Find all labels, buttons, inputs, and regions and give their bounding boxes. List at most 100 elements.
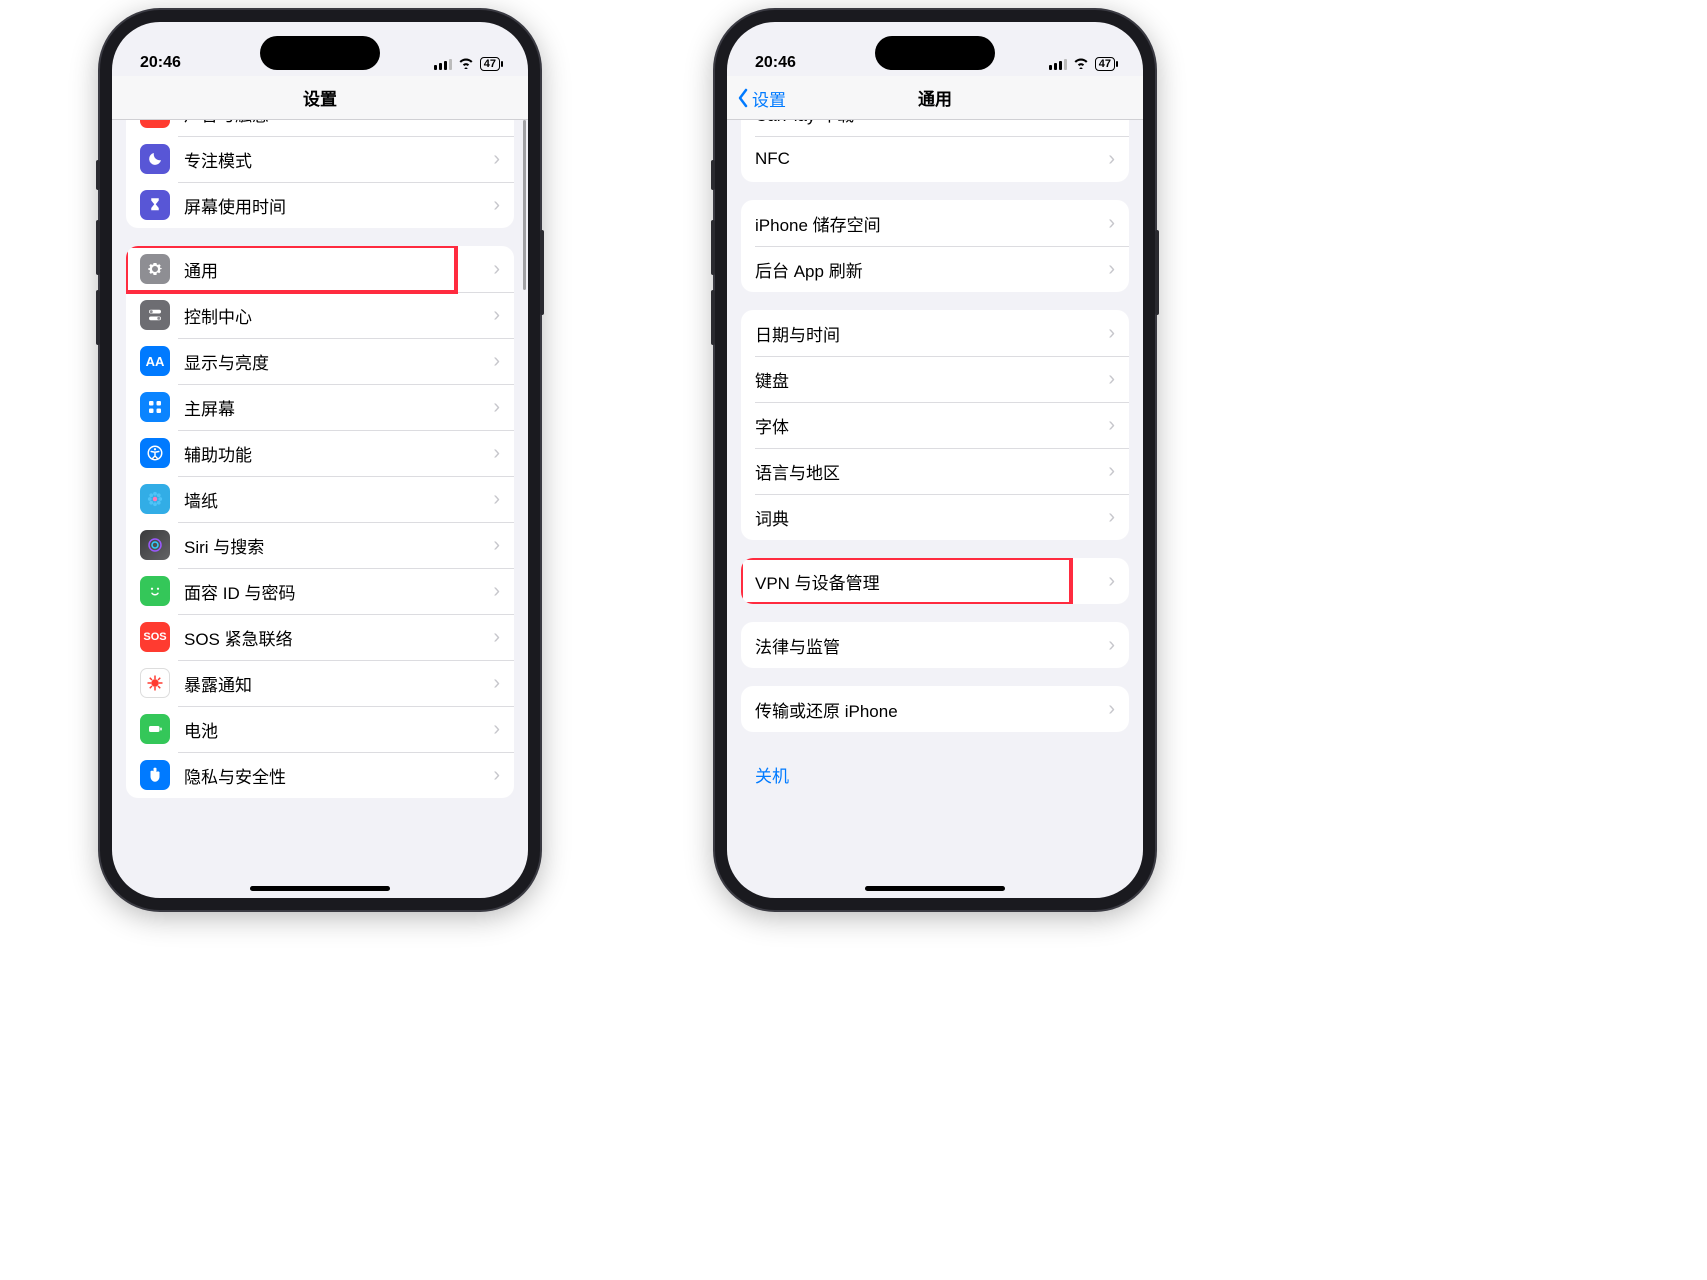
row-label: 传输或还原 iPhone: [755, 697, 1108, 722]
chevron-right-icon: ›: [1108, 461, 1115, 481]
chevron-right-icon: ›: [493, 765, 500, 785]
settings-row-privacy[interactable]: 隐私与安全性›: [126, 752, 514, 798]
settings-group: 声音与触感›专注模式›屏幕使用时间›: [126, 120, 514, 228]
settings-row-home[interactable]: 主屏幕›: [126, 384, 514, 430]
chevron-right-icon: ›: [1108, 369, 1115, 389]
chevron-right-icon: ›: [1108, 120, 1115, 123]
chevron-right-icon: ›: [493, 489, 500, 509]
chevron-right-icon: ›: [1108, 415, 1115, 435]
settings-row-exposure[interactable]: 暴露通知›: [126, 660, 514, 706]
settings-row-sos[interactable]: SOSSOS 紧急联络›: [126, 614, 514, 660]
chevron-right-icon: ›: [493, 397, 500, 417]
chevron-right-icon: ›: [1108, 635, 1115, 655]
row-label: 词典: [755, 505, 1108, 530]
wifi-icon: [458, 56, 474, 72]
settings-row-fonts[interactable]: 字体›: [741, 402, 1129, 448]
chevron-right-icon: ›: [493, 535, 500, 555]
shutdown-row[interactable]: 关机: [727, 750, 1143, 799]
settings-row-sound[interactable]: 声音与触感›: [126, 120, 514, 136]
settings-row-wallpaper[interactable]: 墙纸›: [126, 476, 514, 522]
chevron-right-icon: ›: [493, 305, 500, 325]
row-label: 主屏幕: [184, 395, 493, 420]
faceid-icon: [140, 576, 170, 606]
settings-row-accessibility[interactable]: 辅助功能›: [126, 430, 514, 476]
siri-icon: [140, 530, 170, 560]
settings-row-legal[interactable]: 法律与监管›: [741, 622, 1129, 668]
chevron-right-icon: ›: [493, 149, 500, 169]
settings-row-langregion[interactable]: 语言与地区›: [741, 448, 1129, 494]
wallpaper-icon: [140, 484, 170, 514]
controlcenter-icon: [140, 300, 170, 330]
cellular-icon: [1049, 59, 1067, 70]
phone-frame-left: 20:46 47 设置 声音与触感›专注模式›屏幕使用时间›通用›控制中心›AA…: [100, 10, 540, 910]
chevron-right-icon: ›: [1108, 699, 1115, 719]
settings-group: VPN 与设备管理›: [741, 558, 1129, 604]
settings-row-nfc[interactable]: NFC›: [741, 136, 1129, 182]
focus-icon: [140, 144, 170, 174]
settings-row-display[interactable]: AA显示与亮度›: [126, 338, 514, 384]
home-indicator[interactable]: [250, 886, 390, 891]
chevron-right-icon: ›: [493, 719, 500, 739]
general-list[interactable]: CarPlay 车载›NFC› iPhone 储存空间›后台 App 刷新› 日期与…: [727, 120, 1143, 898]
screen-left: 20:46 47 设置 声音与触感›专注模式›屏幕使用时间›通用›控制中心›AA…: [112, 22, 528, 898]
general-icon: [140, 254, 170, 284]
row-label: 辅助功能: [184, 441, 493, 466]
settings-row-storage[interactable]: iPhone 储存空间›: [741, 200, 1129, 246]
exposure-icon: [140, 668, 170, 698]
row-label: 电池: [184, 717, 493, 742]
settings-row-battery[interactable]: 电池›: [126, 706, 514, 752]
chevron-right-icon: ›: [493, 673, 500, 693]
settings-row-controlcenter[interactable]: 控制中心›: [126, 292, 514, 338]
dynamic-island: [260, 36, 380, 70]
chevron-right-icon: ›: [1108, 571, 1115, 591]
settings-row-siri[interactable]: Siri 与搜索›: [126, 522, 514, 568]
settings-row-keyboard[interactable]: 键盘›: [741, 356, 1129, 402]
row-label: 语言与地区: [755, 459, 1108, 484]
settings-row-dict[interactable]: 词典›: [741, 494, 1129, 540]
row-label: 面容 ID 与密码: [184, 579, 493, 604]
settings-list[interactable]: 声音与触感›专注模式›屏幕使用时间›通用›控制中心›AA显示与亮度›主屏幕›辅助…: [112, 120, 528, 898]
phone-frame-right: 20:46 47 设置 通用 CarPlay 车载›NFC› iPhone 储存空…: [715, 10, 1155, 910]
battery-icon: 47: [480, 57, 500, 71]
settings-row-datetime[interactable]: 日期与时间›: [741, 310, 1129, 356]
chevron-right-icon: ›: [1108, 259, 1115, 279]
status-time: 20:46: [755, 54, 796, 72]
settings-row-transfer[interactable]: 传输或还原 iPhone›: [741, 686, 1129, 732]
sound-icon: [140, 120, 170, 128]
row-label: 法律与监管: [755, 633, 1108, 658]
settings-row-vpn[interactable]: VPN 与设备管理›: [741, 558, 1129, 604]
back-label: 设置: [752, 86, 786, 111]
page-title: 通用: [918, 85, 952, 110]
row-label: 控制中心: [184, 303, 493, 328]
row-label: 暴露通知: [184, 671, 493, 696]
chevron-right-icon: ›: [493, 443, 500, 463]
settings-group: CarPlay 车载›NFC›: [741, 120, 1129, 182]
battery-icon: 47: [1095, 57, 1115, 71]
chevron-right-icon: ›: [1108, 149, 1115, 169]
settings-row-focus[interactable]: 专注模式›: [126, 136, 514, 182]
settings-group: 通用›控制中心›AA显示与亮度›主屏幕›辅助功能›墙纸›Siri 与搜索›面容 …: [126, 246, 514, 798]
chevron-right-icon: ›: [1108, 507, 1115, 527]
home-icon: [140, 392, 170, 422]
row-label: 显示与亮度: [184, 349, 493, 374]
settings-row-general[interactable]: 通用›: [126, 246, 514, 292]
chevron-right-icon: ›: [493, 581, 500, 601]
settings-row-screentime[interactable]: 屏幕使用时间›: [126, 182, 514, 228]
settings-row-bgrefresh[interactable]: 后台 App 刷新›: [741, 246, 1129, 292]
row-label: VPN 与设备管理: [755, 569, 1108, 594]
row-label: 键盘: [755, 367, 1108, 392]
home-indicator[interactable]: [865, 886, 1005, 891]
chevron-right-icon: ›: [493, 195, 500, 215]
settings-group: 法律与监管›: [741, 622, 1129, 668]
privacy-icon: [140, 760, 170, 790]
settings-row-faceid[interactable]: 面容 ID 与密码›: [126, 568, 514, 614]
row-label: Siri 与搜索: [184, 533, 493, 558]
screentime-icon: [140, 190, 170, 220]
row-label: 通用: [184, 257, 493, 282]
display-icon: AA: [140, 346, 170, 376]
row-label: 字体: [755, 413, 1108, 438]
settings-row-carplay[interactable]: CarPlay 车载›: [741, 120, 1129, 136]
back-button[interactable]: 设置: [737, 76, 786, 120]
row-label: SOS 紧急联络: [184, 625, 493, 650]
chevron-right-icon: ›: [1108, 213, 1115, 233]
